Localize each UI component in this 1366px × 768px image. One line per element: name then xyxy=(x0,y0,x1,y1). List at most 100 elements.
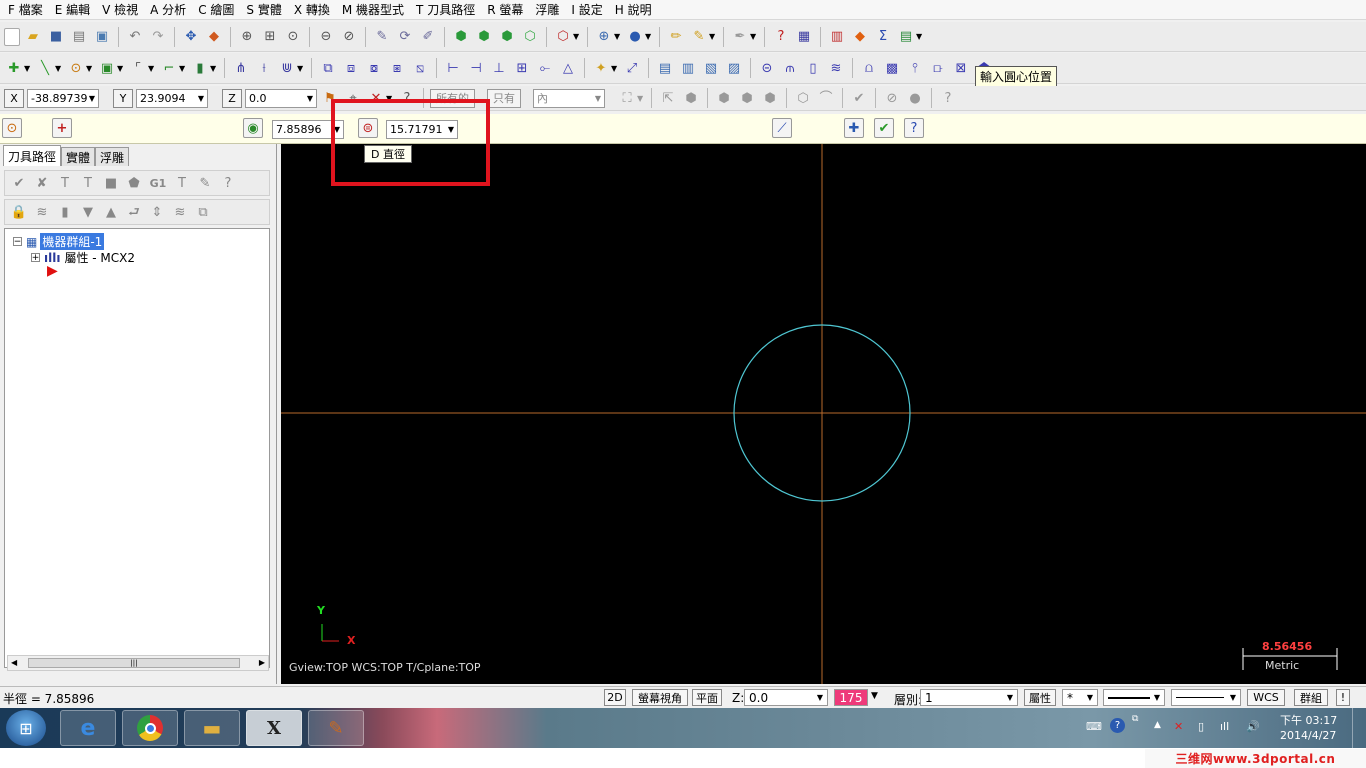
menu-art[interactable]: 浮雕 xyxy=(529,1,565,18)
view-front-icon[interactable]: ⬢ xyxy=(474,27,494,47)
highfeed-icon[interactable]: T xyxy=(172,173,192,193)
tab-art[interactable]: 浮雕 xyxy=(95,147,130,166)
fast-point-icon[interactable]: ⚑ xyxy=(320,88,340,108)
chain-icon[interactable]: ⟜ xyxy=(535,58,555,78)
chevron-down-icon[interactable]: ▼ xyxy=(179,64,187,73)
z-coord-field[interactable]: 0.0 ▼ xyxy=(245,88,317,108)
chevron-down-icon[interactable]: ▼ xyxy=(614,32,622,41)
plane-button[interactable]: 平面 xyxy=(692,689,722,706)
radius-field[interactable]: 7.85896 ▼ xyxy=(272,120,344,139)
level-field[interactable]: 1 ▼ xyxy=(920,689,1018,706)
shaded-icon[interactable]: ◆ xyxy=(204,27,224,47)
break-icon[interactable]: ⟊ xyxy=(254,58,274,78)
print-icon[interactable]: ▤ xyxy=(69,27,89,47)
chevron-down-icon[interactable]: ▼ xyxy=(210,64,218,73)
tangent-icon[interactable]: ⟋ xyxy=(772,118,792,138)
open-file-icon[interactable]: ▰ xyxy=(23,27,43,47)
post-gcode-icon[interactable]: G1 xyxy=(147,173,169,193)
export-icon[interactable]: ▤ xyxy=(896,27,916,47)
xform-mirror-icon[interactable]: ⧈ xyxy=(341,58,361,78)
globe-icon[interactable]: ⊕ xyxy=(594,27,614,47)
stretch-icon[interactable]: ⤢ xyxy=(622,58,642,78)
surface10-icon[interactable]: ▩ xyxy=(882,58,902,78)
regen-all-icon[interactable]: T xyxy=(55,173,75,193)
chevron-down-icon[interactable]: ▼ xyxy=(916,32,924,41)
fillet-icon[interactable]: ⌜ xyxy=(128,58,148,78)
menu-file[interactable]: F 檔案 xyxy=(2,1,49,18)
diameter-field[interactable]: 15.71791 ▼ xyxy=(386,120,458,139)
chevron-down-icon[interactable]: ▼ xyxy=(1230,693,1236,702)
modify-icon[interactable]: ⋓ xyxy=(277,58,297,78)
menu-analyze[interactable]: A 分析 xyxy=(144,1,192,18)
tree-row-machine-group[interactable]: − ▦ 機器群組-1 xyxy=(13,233,105,250)
network-error-icon[interactable]: ✕ xyxy=(1174,720,1183,733)
chrome-icon[interactable] xyxy=(122,710,178,746)
show-hidden-icon[interactable]: ▲ xyxy=(1154,720,1161,730)
autocursor-off-icon[interactable]: ✕ xyxy=(366,88,386,108)
move-icon[interactable]: ✥ xyxy=(181,27,201,47)
verify-icon[interactable]: ⬟ xyxy=(124,173,144,193)
ops-help-icon[interactable]: ? xyxy=(218,173,238,193)
trim-icon[interactable]: ⋔ xyxy=(231,58,251,78)
surface8-icon[interactable]: ≋ xyxy=(826,58,846,78)
autocursor-help-icon[interactable]: ? xyxy=(397,88,417,108)
scroll-left-icon[interactable]: ◀ xyxy=(11,656,17,670)
screen-view-button[interactable]: 螢幕視角 xyxy=(632,689,688,706)
chevron-down-icon[interactable]: ▼ xyxy=(89,94,95,103)
sigma-icon[interactable]: Σ xyxy=(873,27,893,47)
volume-icon[interactable]: 🔊 xyxy=(1246,720,1260,733)
surface13-icon[interactable]: ⊠ xyxy=(951,58,971,78)
menu-view[interactable]: V 檢視 xyxy=(96,1,144,18)
line-icon[interactable]: ╲ xyxy=(35,58,55,78)
lightbulb-icon[interactable]: ✦ xyxy=(591,58,611,78)
chevron-down-icon[interactable]: ▼ xyxy=(611,64,619,73)
chip-icon[interactable]: ◆ xyxy=(850,27,870,47)
view-top-icon[interactable]: ⬢ xyxy=(451,27,471,47)
chevron-down-icon[interactable]: ▼ xyxy=(386,94,394,103)
z-depth-field[interactable]: 0.0 ▼ xyxy=(744,689,828,706)
select-solid-icon[interactable]: ⬢ xyxy=(681,88,701,108)
scroll-right-icon[interactable]: ▶ xyxy=(259,656,265,670)
help-tray-icon[interactable]: ? xyxy=(1110,718,1125,733)
undo-icon[interactable]: ↶ xyxy=(125,27,145,47)
toggle-post-icon[interactable]: ▮ xyxy=(55,202,75,222)
surface5-icon[interactable]: ⊝ xyxy=(757,58,777,78)
surface1-icon[interactable]: ▤ xyxy=(655,58,675,78)
keyboard-icon[interactable]: ⌨ xyxy=(1086,720,1102,733)
chevron-down-icon[interactable]: ▼ xyxy=(55,64,63,73)
show-desktop-button[interactable] xyxy=(1352,708,1366,748)
select-cube-icon[interactable]: ⬡ xyxy=(793,88,813,108)
regen-dirty-icon[interactable]: T xyxy=(78,173,98,193)
xform-scale-icon[interactable]: ⧆ xyxy=(387,58,407,78)
analyze-icon[interactable]: ✎ xyxy=(689,27,709,47)
zoom-fit-icon[interactable]: ⊞ xyxy=(260,27,280,47)
radius-icon[interactable]: ◉ xyxy=(243,118,263,138)
selection-window-icon[interactable]: ⛶ xyxy=(617,88,637,108)
notify-button[interactable]: ! xyxy=(1336,689,1350,706)
chevron-down-icon[interactable]: ▼ xyxy=(1154,693,1160,702)
chevron-down-icon[interactable]: ▼ xyxy=(645,32,653,41)
surface6-icon[interactable]: ⫙ xyxy=(780,58,800,78)
window-tray-icon[interactable]: ⧉ xyxy=(1132,714,1138,724)
edit-center-icon[interactable]: + xyxy=(52,118,72,138)
select-arrow-icon[interactable]: ⇱ xyxy=(658,88,678,108)
diameter-icon[interactable]: ⊜ xyxy=(358,118,378,138)
scroll-thumb[interactable]: ||| xyxy=(28,658,240,668)
zoom-out-icon[interactable]: ⊖ xyxy=(316,27,336,47)
select-only-button[interactable]: 只有 xyxy=(487,88,521,108)
pen-icon[interactable]: ✒ xyxy=(730,27,750,47)
chevron-down-icon[interactable]: ▼ xyxy=(709,32,717,41)
menu-screen[interactable]: R 螢幕 xyxy=(481,1,529,18)
toggle-display-icon[interactable]: ≋ xyxy=(32,202,52,222)
clear-select-icon[interactable]: ⊘ xyxy=(882,88,902,108)
chevron-down-icon[interactable]: ▼ xyxy=(817,693,823,702)
graphics-viewport[interactable]: Y X Gview:TOP WCS:TOP T/Cplane:TOP 8.564… xyxy=(281,144,1366,684)
tab-solids[interactable]: 實體 xyxy=(61,147,96,166)
dimension-icon[interactable]: ⊢ xyxy=(443,58,463,78)
chevron-down-icon[interactable]: ▼ xyxy=(448,125,454,134)
select-edge-icon[interactable]: ⬢ xyxy=(760,88,780,108)
sphere-icon[interactable]: ● xyxy=(625,27,645,47)
wcs-button[interactable]: WCS xyxy=(1247,689,1285,706)
delete-ops-icon[interactable]: ✎ xyxy=(195,173,215,193)
y-coord-field[interactable]: 23.9094 ▼ xyxy=(136,88,208,108)
